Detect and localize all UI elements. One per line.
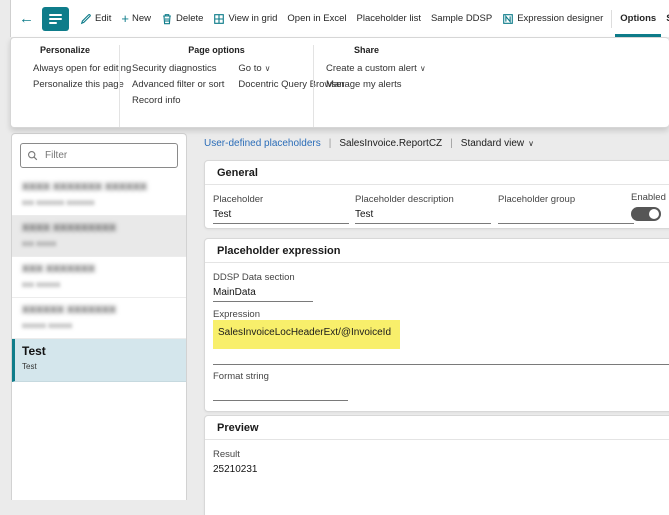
section-title: Placeholder expression xyxy=(205,239,669,263)
record-info-item[interactable]: Record info xyxy=(132,92,224,108)
group-title: Share xyxy=(354,45,669,55)
placeholder-expression-section: Placeholder expression DDSP Data section… xyxy=(204,238,669,412)
placeholder-input[interactable]: Test xyxy=(213,209,349,224)
ddsp-data-section-field: DDSP Data section MainData xyxy=(213,272,313,302)
format-string-input[interactable] xyxy=(213,386,348,401)
pencil-icon xyxy=(80,13,92,25)
create-custom-alert-item[interactable]: Create a custom alert∨ xyxy=(326,60,669,76)
chevron-down-icon: ∨ xyxy=(528,139,534,148)
page-options-group: Page options Security diagnostics Advanc… xyxy=(119,45,313,127)
list-item[interactable]: XXXX XXXXXXX XXXXXX xxx xxxxxxx xxxxxxx xyxy=(12,175,186,216)
manage-my-alerts-item[interactable]: Manage my alerts xyxy=(326,76,669,92)
expression-designer-icon xyxy=(502,13,514,25)
placeholder-description-field: Placeholder description Test xyxy=(355,194,491,224)
filter-input[interactable] xyxy=(43,149,171,162)
menu-lines-icon xyxy=(49,14,62,16)
field-label: DDSP Data section xyxy=(213,272,313,283)
security-diagnostics-item[interactable]: Security diagnostics xyxy=(132,60,224,76)
result-field: Result 25210231 xyxy=(213,449,413,478)
view-in-grid-button[interactable]: View in grid xyxy=(208,0,282,37)
expression-designer-button[interactable]: Expression designer xyxy=(497,0,608,37)
placeholder-items-list: XXXX XXXXXXX XXXXXX xxx xxxxxxx xxxxxxx … xyxy=(12,175,186,500)
placeholder-list-panel: XXXX XXXXXXX XXXXXX xxx xxxxxxx xxxxxxx … xyxy=(11,133,187,500)
personalize-group: Personalize Always open for editing Pers… xyxy=(11,45,119,127)
filter-box xyxy=(20,143,178,168)
edit-button[interactable]: Edit xyxy=(75,0,116,37)
placeholder-description-input[interactable]: Test xyxy=(355,209,491,224)
report-name: SalesInvoice.ReportCZ xyxy=(339,138,442,149)
breadcrumb: User-defined placeholders | SalesInvoice… xyxy=(204,135,534,151)
field-label: Enabled xyxy=(631,192,666,203)
placeholder-field: Placeholder Test xyxy=(213,194,349,224)
group-title: Page options xyxy=(120,45,313,55)
expression-highlighted-value: SalesInvoiceLocHeaderExt/@InvoiceId xyxy=(213,320,400,349)
share-group: Share Create a custom alert∨ Manage my a… xyxy=(313,45,669,127)
grid-icon xyxy=(213,13,225,25)
user-defined-placeholders-link[interactable]: User-defined placeholders xyxy=(204,138,321,149)
general-section: General Placeholder Test Placeholder des… xyxy=(204,160,669,229)
action-pane-menu-button[interactable] xyxy=(42,7,69,31)
chevron-down-icon: ∨ xyxy=(420,64,426,73)
sample-ddsp-button[interactable]: Sample DDSP xyxy=(426,0,497,37)
back-arrow-icon[interactable]: ← xyxy=(11,10,40,27)
chevron-down-icon: ∨ xyxy=(265,64,271,73)
delete-button[interactable]: Delete xyxy=(156,0,208,37)
list-item[interactable]: XXXXXX XXXXXXX xxxxxx xxxxxx xyxy=(12,298,186,339)
placeholder-list-button[interactable]: Placeholder list xyxy=(352,0,426,37)
search-icon xyxy=(27,150,38,161)
placeholder-group-field: Placeholder group xyxy=(498,194,634,224)
group-title: Personalize xyxy=(11,45,119,55)
field-label: Expression xyxy=(213,309,260,320)
advanced-filter-or-sort-item[interactable]: Advanced filter or sort xyxy=(132,76,224,92)
list-item-selected[interactable]: Test Test xyxy=(12,339,186,382)
toolbar-divider xyxy=(611,10,612,28)
toggle-knob xyxy=(649,209,659,219)
plus-icon: + xyxy=(121,12,129,25)
personalize-this-page-item[interactable]: Personalize this page xyxy=(33,76,119,92)
breadcrumb-separator: | xyxy=(450,138,453,149)
expression-input[interactable]: SalesInvoiceLocHeaderExt/@InvoiceId xyxy=(213,320,669,365)
placeholder-group-input[interactable] xyxy=(498,209,634,224)
result-value: 25210231 xyxy=(213,464,413,478)
format-string-field: Format string xyxy=(213,371,348,401)
field-label: Placeholder group xyxy=(498,194,634,205)
ddsp-data-section-input[interactable]: MainData xyxy=(213,287,313,302)
breadcrumb-separator: | xyxy=(329,138,332,149)
section-title: Preview xyxy=(205,416,669,440)
standard-view-selector[interactable]: Standard view ∨ xyxy=(461,138,534,149)
action-toolbar: ← Edit + New Delete View in grid Open in… xyxy=(10,0,669,37)
section-title: General xyxy=(205,161,669,185)
open-in-excel-button[interactable]: Open in Excel xyxy=(282,0,351,37)
field-label: Placeholder description xyxy=(355,194,491,205)
new-button[interactable]: + New xyxy=(116,0,156,37)
field-label: Result xyxy=(213,449,413,460)
options-flyout-panel: Personalize Always open for editing Pers… xyxy=(10,37,669,128)
list-item[interactable]: XXXX XXXXXXXXX xxx xxxxx xyxy=(12,216,186,257)
always-open-for-editing-item[interactable]: Always open for editing xyxy=(33,60,119,76)
list-item[interactable]: XXX XXXXXXX xxx xxxxxx xyxy=(12,257,186,298)
field-label: Placeholder xyxy=(213,194,349,205)
enabled-toggle[interactable] xyxy=(631,207,661,221)
options-tab[interactable]: Options xyxy=(615,0,661,37)
preview-section: Preview Result 25210231 xyxy=(204,415,669,515)
field-label: Format string xyxy=(213,371,348,382)
enabled-field: Enabled xyxy=(631,192,666,221)
trash-icon xyxy=(161,13,173,25)
security-tab[interactable]: Security xyxy=(661,0,669,37)
